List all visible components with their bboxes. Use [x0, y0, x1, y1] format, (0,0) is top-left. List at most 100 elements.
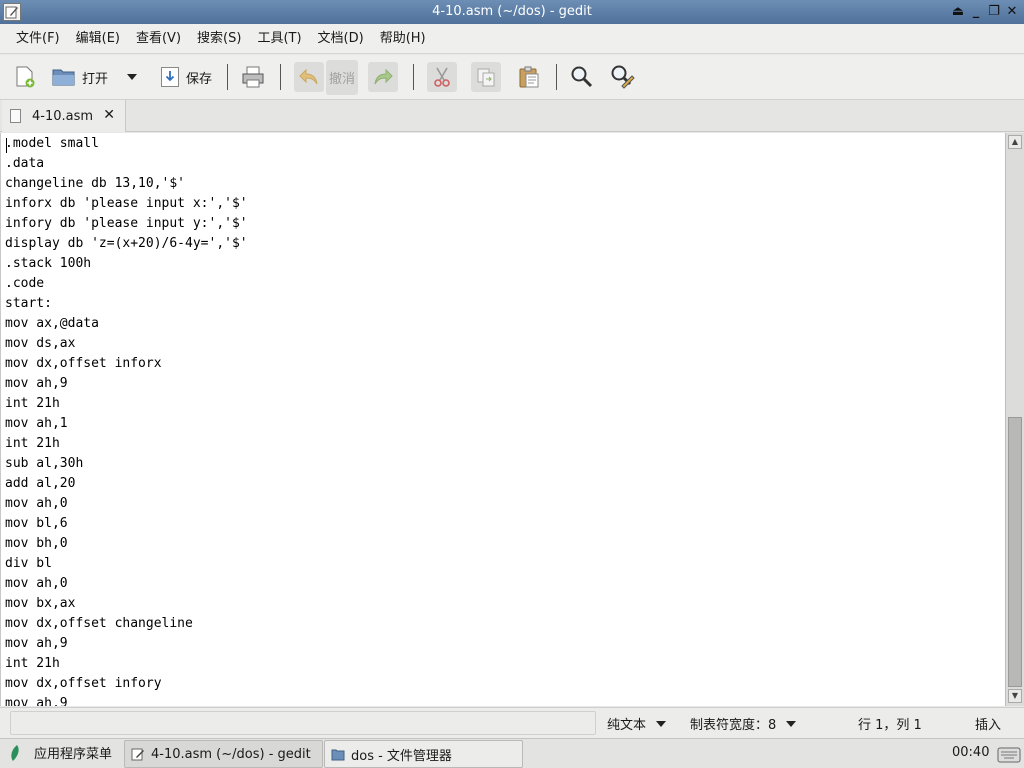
- redo-icon: [374, 68, 393, 85]
- tab-4-10-asm[interactable]: 4-10.asm ✕: [2, 100, 126, 132]
- clipboard-icon: [519, 66, 539, 88]
- open-recent-dropdown[interactable]: [122, 60, 142, 94]
- menu-help[interactable]: 帮助(H): [372, 24, 434, 54]
- save-button-label: 保存: [186, 71, 213, 87]
- code-line: mov ah,9: [5, 636, 68, 651]
- menu-search[interactable]: 搜索(S): [189, 24, 249, 54]
- document-tab-strip: 4-10.asm ✕: [0, 100, 1024, 132]
- code-line: .code: [5, 276, 45, 291]
- taskbar-item-file-manager[interactable]: dos - 文件管理器: [324, 740, 523, 768]
- chevron-down-icon: [656, 720, 667, 727]
- code-line: mov bl,6: [5, 516, 68, 531]
- code-line: start:: [5, 296, 52, 311]
- tab-width-selector[interactable]: 制表符宽度：8: [690, 714, 797, 733]
- keyboard-tray-icon[interactable]: [997, 742, 1021, 764]
- shade-window-icon[interactable]: ⏏: [950, 3, 966, 21]
- scrollbar-thumb[interactable]: [1008, 417, 1022, 687]
- code-line: int 21h: [5, 436, 60, 451]
- copy-icon: [477, 68, 495, 87]
- code-line: int 21h: [5, 656, 60, 671]
- code-line: changeline db 13,10,'$': [5, 176, 186, 191]
- chevron-down-icon: [786, 720, 797, 727]
- code-line: mov ah,9: [5, 696, 68, 706]
- undo-icon: [299, 68, 318, 85]
- redo-button[interactable]: [364, 60, 402, 94]
- minimize-window-icon[interactable]: _: [968, 3, 984, 21]
- toolbar: 打开 保存 撤消: [0, 55, 1024, 100]
- menu-bar: 文件(F) 编辑(E) 查看(V) 搜索(S) 工具(T) 文档(D) 帮助(H…: [0, 24, 1024, 54]
- code-line: .data: [5, 156, 45, 171]
- close-tab-icon[interactable]: ✕: [103, 107, 115, 123]
- code-line: add al,20: [5, 476, 76, 491]
- undo-button-label: 撤消: [326, 59, 359, 95]
- scissors-icon: [434, 67, 450, 87]
- xfce-leaf-icon: [11, 744, 19, 761]
- menu-tools[interactable]: 工具(T): [249, 24, 309, 54]
- close-window-icon[interactable]: ✕: [1004, 3, 1020, 21]
- cut-button[interactable]: [423, 60, 461, 94]
- maximize-window-icon[interactable]: ❐: [986, 3, 1002, 21]
- taskbar-item-label: dos - 文件管理器: [351, 748, 452, 764]
- scroll-up-arrow-icon[interactable]: ▲: [1008, 135, 1022, 149]
- find-replace-button[interactable]: [606, 60, 640, 94]
- search-replace-icon: [611, 65, 635, 89]
- code-line: inforx db 'please input x:','$': [5, 196, 248, 211]
- language-selector[interactable]: 纯文本: [607, 714, 667, 733]
- code-line: sub al,30h: [5, 456, 84, 471]
- code-line: div bl: [5, 556, 52, 571]
- code-line: int 21h: [5, 396, 60, 411]
- menu-view[interactable]: 查看(V): [128, 24, 189, 54]
- applications-menu-label: 应用程序菜单: [34, 747, 113, 762]
- open-button-label: 打开: [82, 71, 109, 87]
- code-line: mov ah,0: [5, 576, 68, 591]
- paste-button[interactable]: [513, 60, 545, 94]
- code-line: display db 'z=(x+20)/6-4y=','$': [5, 236, 248, 251]
- copy-button[interactable]: [467, 60, 505, 94]
- code-line: mov ah,1: [5, 416, 68, 431]
- taskbar: 应用程序菜单 4-10.asm (~/dos) - gedit dos - 文件…: [0, 738, 1024, 768]
- status-message-area: [10, 711, 596, 735]
- code-line: .model small: [5, 136, 99, 151]
- code-line: mov ah,0: [5, 496, 68, 511]
- toolbar-separator: [413, 64, 415, 90]
- taskbar-item-gedit[interactable]: 4-10.asm (~/dos) - gedit: [124, 740, 323, 768]
- search-icon: [571, 66, 593, 88]
- language-label: 纯文本: [607, 718, 647, 733]
- undo-button[interactable]: 撤消: [290, 59, 362, 95]
- code-line: .stack 100h: [5, 256, 92, 271]
- printer-icon: [242, 66, 264, 88]
- code-line: mov ds,ax: [5, 336, 76, 351]
- menu-file[interactable]: 文件(F): [8, 24, 68, 54]
- gedit-app-icon: [131, 748, 144, 760]
- save-button[interactable]: 保存: [156, 60, 216, 94]
- text-cursor: [6, 138, 7, 153]
- window-title: 4-10.asm (~/dos) - gedit: [432, 4, 592, 19]
- code-line: mov ah,9: [5, 376, 68, 391]
- code-line: mov bx,ax: [5, 596, 76, 611]
- open-button[interactable]: 打开: [48, 60, 112, 94]
- code-line: mov dx,offset inforx: [5, 356, 162, 371]
- new-document-icon: [16, 66, 35, 88]
- new-document-button[interactable]: [10, 60, 40, 94]
- scroll-down-arrow-icon[interactable]: ▼: [1008, 689, 1022, 703]
- vertical-scrollbar[interactable]: ▲ ▼: [1005, 133, 1024, 706]
- code-line: mov bh,0: [5, 536, 68, 551]
- folder-icon: [331, 749, 345, 760]
- text-editor[interactable]: .model small .data changeline db 13,10,'…: [0, 133, 1005, 706]
- toolbar-separator: [556, 64, 558, 90]
- cursor-position: 行 1，列 1: [858, 718, 922, 733]
- text-document-icon: [10, 109, 21, 123]
- menu-documents[interactable]: 文档(D): [310, 24, 372, 54]
- find-button[interactable]: [566, 60, 598, 94]
- print-button[interactable]: [237, 60, 269, 94]
- clock[interactable]: 00:40: [952, 745, 989, 760]
- window-titlebar[interactable]: 4-10.asm (~/dos) - gedit ⏏ _ ❐ ✕: [0, 0, 1024, 24]
- toolbar-separator: [227, 64, 229, 90]
- tab-width-label: 制表符宽度：8: [690, 718, 777, 733]
- taskbar-item-label: 4-10.asm (~/dos) - gedit: [151, 746, 311, 762]
- code-line: mov dx,offset changeline: [5, 616, 193, 631]
- applications-menu-button[interactable]: 应用程序菜单: [8, 743, 112, 762]
- code-line: mov dx,offset infory: [5, 676, 162, 691]
- folder-icon: [52, 69, 75, 86]
- menu-edit[interactable]: 编辑(E): [68, 24, 128, 54]
